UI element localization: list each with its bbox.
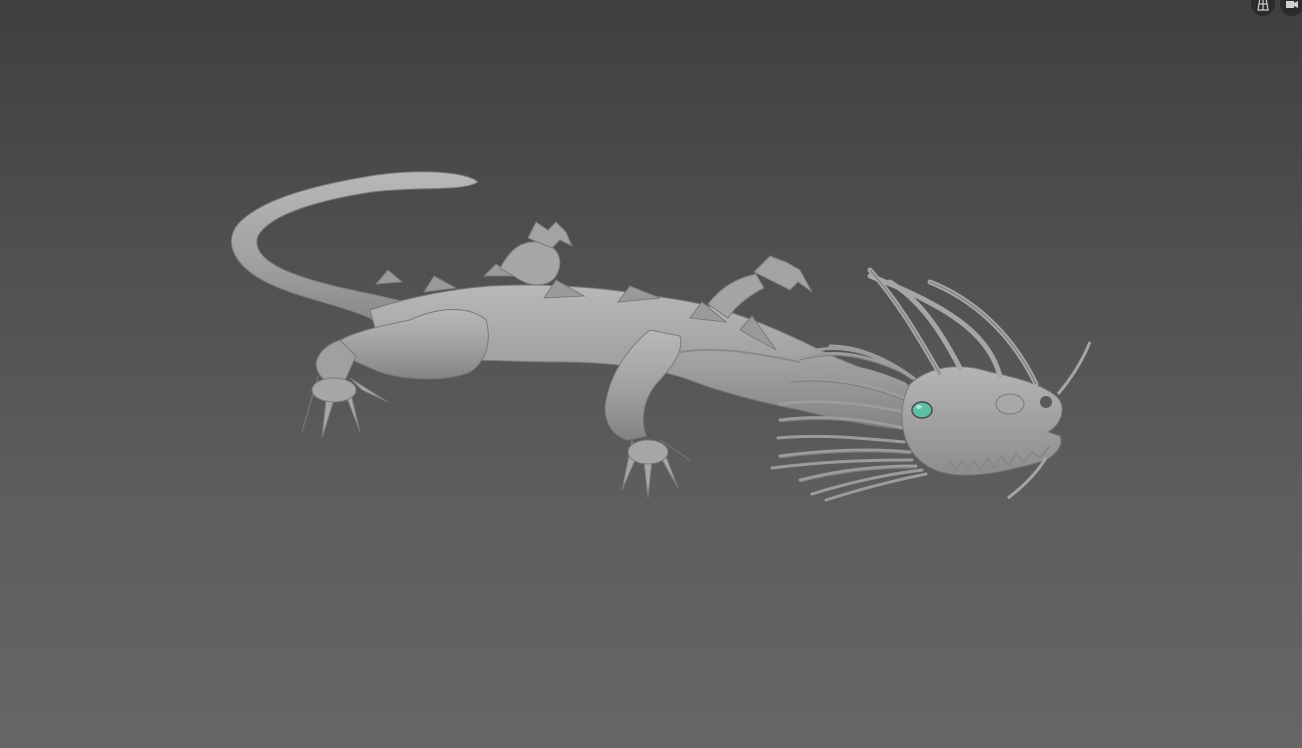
dragon-eye — [911, 401, 933, 419]
dragon-nose-tip — [1040, 396, 1052, 408]
3d-viewport[interactable] — [0, 0, 1302, 748]
dragon-sculpt-model[interactable] — [0, 0, 1302, 748]
front-foot-near-claws — [621, 439, 691, 499]
rear-foot-near-claws — [301, 375, 389, 439]
rear-leg-far — [499, 241, 561, 286]
dragon-whisker — [1056, 341, 1092, 395]
dragon-nostril — [995, 393, 1025, 415]
dorsal-spike — [423, 275, 458, 293]
dorsal-spike — [374, 269, 404, 285]
rear-leg-near — [335, 309, 489, 380]
